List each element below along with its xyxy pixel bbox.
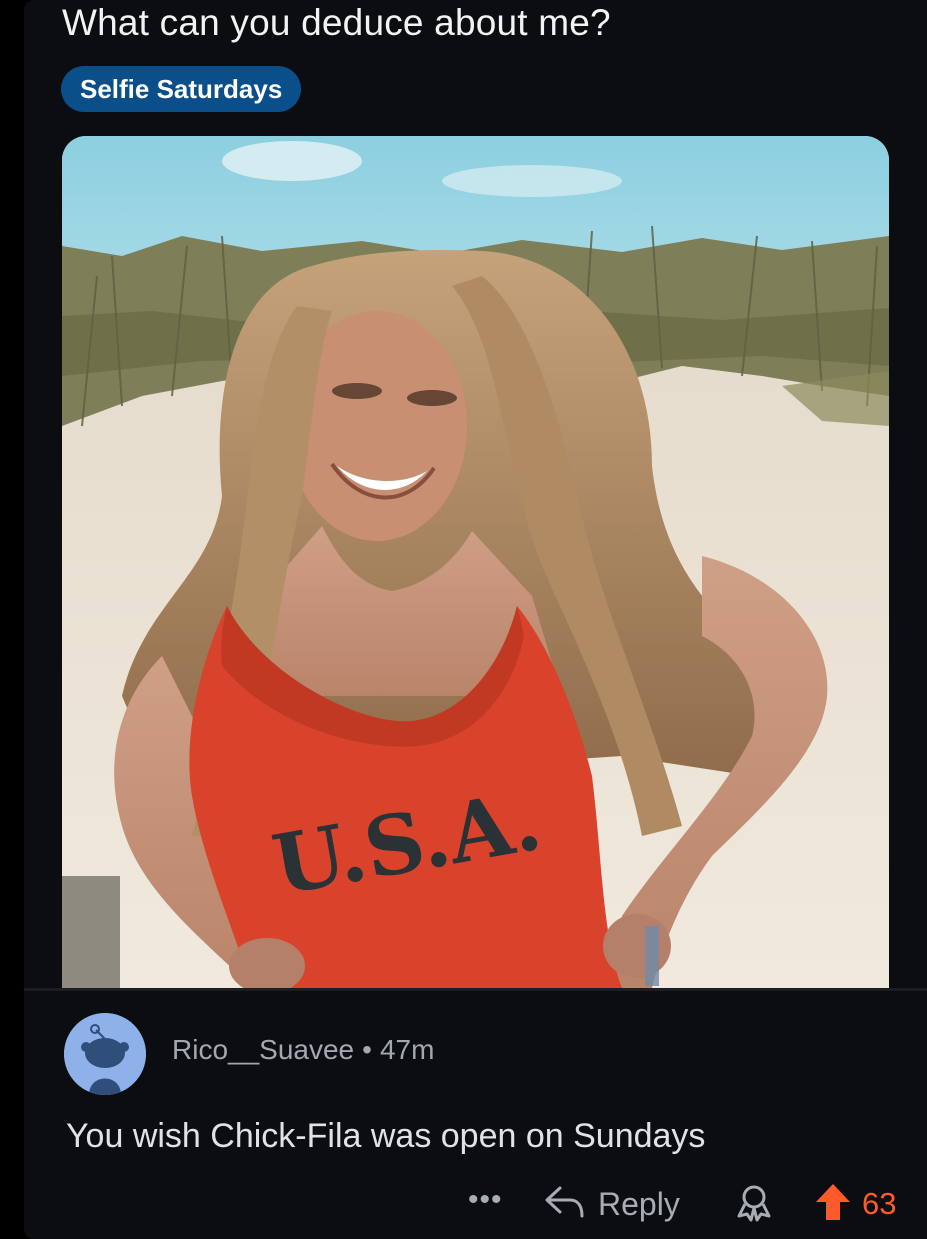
post-image[interactable]: U.S.A. [62, 136, 889, 988]
meta-separator: • [362, 1034, 372, 1065]
post-title[interactable]: What can you deduce about me? [62, 2, 611, 44]
vote-count: 63 [862, 1186, 897, 1221]
award-button[interactable] [732, 1180, 776, 1228]
snoo-avatar-icon[interactable] [64, 1013, 146, 1095]
post-flair[interactable]: Selfie Saturdays [61, 66, 302, 112]
post-frame: What can you deduce about me? Selfie Sat… [24, 0, 927, 1239]
vote-box: 63 [814, 1180, 924, 1228]
more-options-button[interactable]: ••• [468, 1180, 518, 1228]
divider [24, 988, 927, 991]
more-dots-icon: ••• [468, 1183, 503, 1216]
upvote-arrow-icon[interactable] [814, 1182, 852, 1227]
comment-body: You wish Chick-Fila was open on Sundays [66, 1117, 706, 1155]
reply-label: Reply [598, 1185, 680, 1222]
reply-arrow-icon [544, 1184, 586, 1225]
comment-meta: Rico__Suavee • 47m [172, 1034, 434, 1066]
reply-button[interactable]: Reply [544, 1180, 694, 1228]
comment-age: 47m [379, 1034, 435, 1065]
comment-author[interactable]: Rico__Suavee [172, 1034, 354, 1065]
award-icon [734, 1182, 774, 1227]
